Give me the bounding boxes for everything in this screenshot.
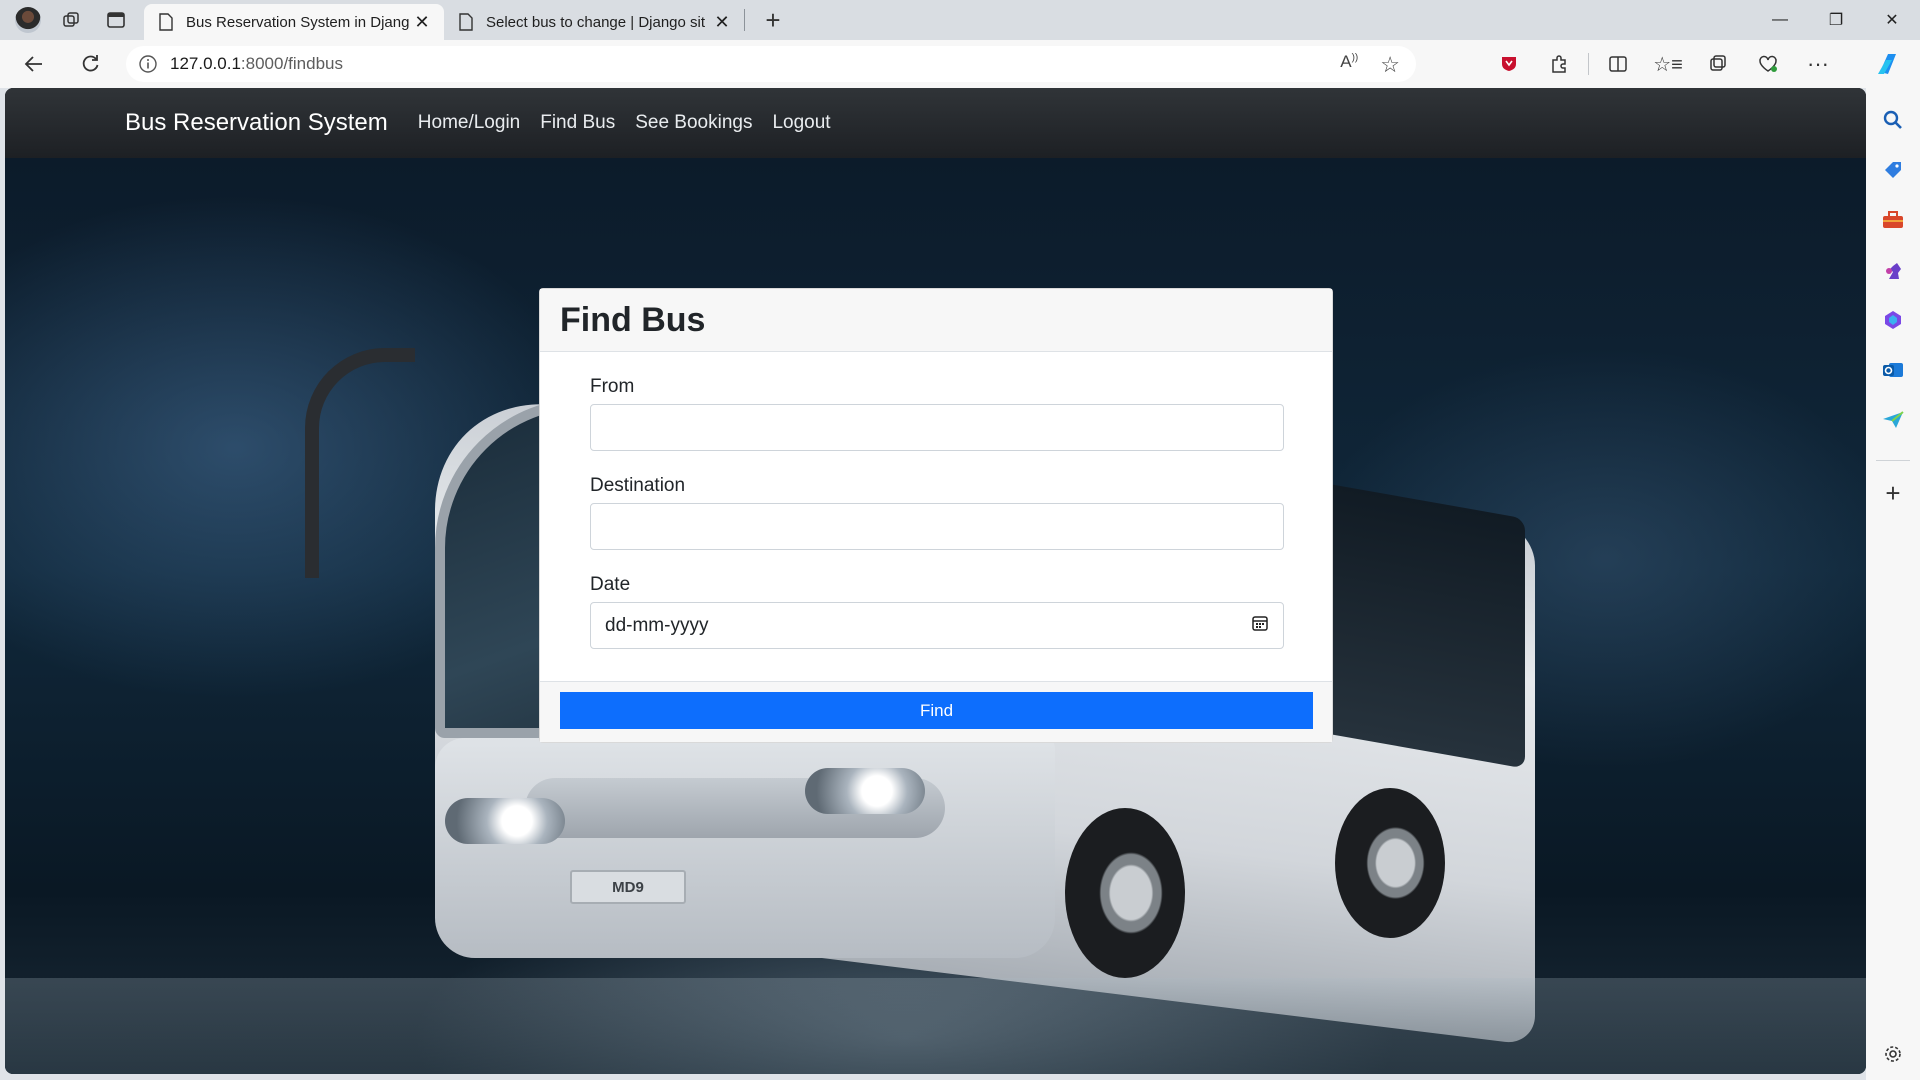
window-controls: — ❐ ✕ bbox=[1752, 0, 1920, 40]
shield-extension-icon[interactable] bbox=[1484, 44, 1534, 84]
sidebar-divider bbox=[1876, 460, 1910, 461]
from-input[interactable] bbox=[590, 404, 1284, 451]
calendar-icon[interactable] bbox=[1251, 614, 1269, 638]
bus-plate: MD9 bbox=[570, 870, 686, 904]
workspaces-icon[interactable] bbox=[50, 0, 94, 40]
info-icon[interactable] bbox=[126, 54, 170, 74]
floor-reflection bbox=[5, 978, 1866, 1074]
tag-icon[interactable] bbox=[1875, 152, 1911, 188]
address-bar[interactable]: 127.0.0.1 :8000/findbus A)) ☆ bbox=[126, 46, 1416, 82]
close-icon[interactable]: ✕ bbox=[710, 10, 734, 34]
date-input[interactable]: dd-mm-yyyy bbox=[590, 602, 1284, 649]
page-icon bbox=[159, 13, 173, 31]
address-bar-actions: A)) ☆ bbox=[1340, 52, 1400, 78]
site-brand[interactable]: Bus Reservation System bbox=[125, 109, 388, 137]
minimize-icon[interactable]: — bbox=[1752, 0, 1808, 40]
refresh-icon[interactable] bbox=[66, 44, 114, 84]
split-screen-icon[interactable] bbox=[1593, 44, 1643, 84]
bus-wheel-front bbox=[1065, 808, 1185, 978]
page-icon bbox=[459, 13, 473, 31]
card-footer: Find bbox=[540, 681, 1332, 742]
tab-actions-icon[interactable] bbox=[94, 0, 138, 40]
site-navbar: Bus Reservation System Home/Login Find B… bbox=[5, 88, 1866, 158]
heart-icon[interactable] bbox=[1743, 44, 1793, 84]
toolbox-icon[interactable] bbox=[1875, 202, 1911, 238]
read-aloud-icon[interactable]: A)) bbox=[1340, 52, 1358, 78]
close-icon[interactable]: ✕ bbox=[410, 10, 434, 34]
send-icon[interactable] bbox=[1875, 402, 1911, 438]
bus-front bbox=[435, 738, 1055, 958]
puzzle-icon[interactable] bbox=[1534, 44, 1584, 84]
url-host: 127.0.0.1 bbox=[170, 54, 241, 73]
tab-divider bbox=[744, 9, 745, 31]
search-icon[interactable] bbox=[1875, 102, 1911, 138]
nav-find-bus[interactable]: Find Bus bbox=[540, 112, 615, 134]
tab-select-bus[interactable]: Select bus to change | Django sit ✕ bbox=[444, 4, 744, 40]
url-path: :8000/findbus bbox=[240, 54, 343, 73]
bus-headlight-right bbox=[805, 768, 925, 814]
nav-logout[interactable]: Logout bbox=[772, 112, 830, 134]
card-body: From Destination Date dd-mm-yyyy bbox=[540, 352, 1332, 681]
find-bus-card: Find Bus From Destination Date dd-mm-yyy… bbox=[539, 288, 1333, 743]
tab-title: Bus Reservation System in Djang bbox=[186, 13, 410, 31]
outlook-icon[interactable] bbox=[1875, 352, 1911, 388]
office-icon[interactable] bbox=[1875, 302, 1911, 338]
tab-title: Select bus to change | Django sit bbox=[486, 13, 706, 31]
back-arrow-icon[interactable] bbox=[10, 44, 58, 84]
bus-mirror bbox=[305, 348, 415, 578]
page-title: Find Bus bbox=[560, 301, 706, 339]
find-button[interactable]: Find bbox=[560, 692, 1313, 729]
page-viewport: Bus Reservation System Home/Login Find B… bbox=[5, 88, 1866, 1074]
browser-tab-strip: Bus Reservation System in Djang ✕ Select… bbox=[0, 0, 1920, 40]
settings-icon[interactable] bbox=[1875, 1036, 1911, 1072]
favorites-icon[interactable]: ☆≡ bbox=[1643, 44, 1693, 84]
nav-home-login[interactable]: Home/Login bbox=[418, 112, 520, 134]
bus-headlight-left bbox=[445, 798, 565, 844]
avatar bbox=[15, 7, 41, 33]
star-icon[interactable]: ☆ bbox=[1380, 52, 1400, 78]
hero-background: MD9 Find Bus From Destination Date dd-mm… bbox=[5, 158, 1866, 1074]
from-label: From bbox=[590, 376, 635, 397]
close-window-icon[interactable]: ✕ bbox=[1864, 0, 1920, 40]
date-placeholder: dd-mm-yyyy bbox=[605, 614, 709, 636]
date-label: Date bbox=[590, 574, 631, 595]
chess-icon[interactable] bbox=[1875, 252, 1911, 288]
nav-see-bookings[interactable]: See Bookings bbox=[635, 112, 752, 134]
tab-bus-reservation[interactable]: Bus Reservation System in Djang ✕ bbox=[144, 4, 444, 40]
copilot-icon[interactable] bbox=[1870, 46, 1906, 82]
profile-button[interactable] bbox=[6, 0, 50, 40]
browser-toolbar: 127.0.0.1 :8000/findbus A)) ☆ ☆≡ ··· bbox=[0, 40, 1920, 88]
browser-tools: ☆≡ ··· bbox=[1484, 40, 1843, 88]
more-icon[interactable]: ··· bbox=[1793, 44, 1843, 84]
destination-label: Destination bbox=[590, 475, 686, 496]
toolbar-divider bbox=[1588, 53, 1589, 75]
destination-input[interactable] bbox=[590, 503, 1284, 550]
bus-wheel-rear bbox=[1335, 788, 1445, 938]
new-tab-button[interactable]: + bbox=[753, 0, 793, 40]
restore-icon[interactable]: ❐ bbox=[1808, 0, 1864, 40]
edge-sidebar: + bbox=[1866, 88, 1920, 1080]
collections-icon[interactable] bbox=[1693, 44, 1743, 84]
card-header: Find Bus bbox=[540, 289, 1332, 352]
add-icon[interactable]: + bbox=[1875, 475, 1911, 511]
